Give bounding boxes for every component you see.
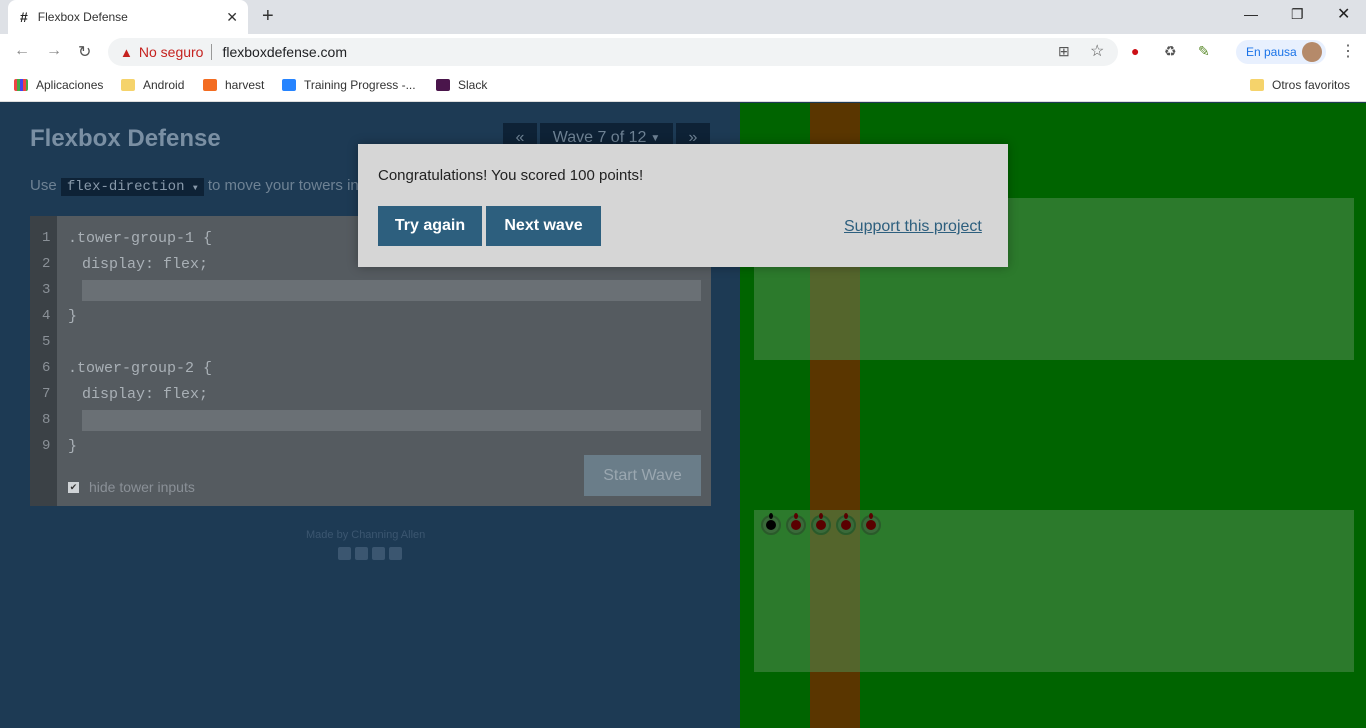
twitter-icon[interactable] <box>355 547 368 560</box>
folder-icon <box>1250 79 1264 91</box>
avatar <box>1302 42 1322 62</box>
support-link[interactable]: Support this project <box>844 218 982 236</box>
close-tab-icon[interactable]: ✕ <box>226 9 238 26</box>
line-number: 2 <box>42 256 51 272</box>
code-line: .tower-group-2 { <box>68 360 213 377</box>
line-number: 1 <box>42 230 51 246</box>
checkbox-checked-icon[interactable]: ✔ <box>68 481 79 493</box>
browser-tab-strip: # Flexbox Defense ✕ + — ❐ ✕ <box>0 0 1366 34</box>
confluence-icon <box>282 79 296 91</box>
bookmark-label: Training Progress -... <box>304 78 416 92</box>
hide-inputs-label: hide tower inputs <box>89 479 195 495</box>
caret-down-icon: ▼ <box>192 184 198 193</box>
property-dropdown[interactable]: flex-direction ▼ <box>60 178 204 196</box>
translate-icon[interactable]: ⊞ <box>1058 43 1070 60</box>
bookmark-label: harvest <box>225 78 265 92</box>
reload-icon[interactable]: ↻ <box>78 42 91 62</box>
warning-icon[interactable]: ▲ <box>120 45 133 60</box>
bookmark-label: Android <box>143 78 185 92</box>
close-window-icon[interactable]: ✕ <box>1337 4 1350 24</box>
code-line: } <box>68 438 78 455</box>
line-number: 3 <box>42 282 51 298</box>
opera-extension-icon[interactable]: ● <box>1131 43 1139 59</box>
linkedin-icon[interactable] <box>372 547 385 560</box>
line-number: 8 <box>42 412 51 428</box>
tab-title: Flexbox Defense <box>37 10 128 24</box>
next-wave-button[interactable]: Next wave <box>486 206 601 246</box>
security-label[interactable]: No seguro <box>139 44 204 60</box>
harvest-icon <box>203 79 217 91</box>
code-line: } <box>68 308 78 325</box>
apps-grid-icon <box>14 79 28 91</box>
tower-group-1-input[interactable] <box>82 280 701 301</box>
line-number: 7 <box>42 386 51 402</box>
code-line: .tower-group-1 { <box>68 230 213 247</box>
instruction-prefix: Use <box>30 177 57 194</box>
omnibox-divider <box>211 44 213 60</box>
browser-toolbar: ← → ↻ ▲ No seguro flexboxdefense.com ⊞ ☆… <box>0 34 1366 70</box>
bookmark-label: Slack <box>458 78 488 92</box>
bookmark-android[interactable]: Android <box>121 78 184 92</box>
result-message: Congratulations! You scored 100 points! <box>378 167 644 184</box>
code-line: display: flex; <box>82 386 209 403</box>
tower-marker <box>786 513 806 535</box>
instruction-text: Use flex-direction ▼ to move your towers… <box>30 177 384 196</box>
profile-paused-chip[interactable]: En pausa <box>1236 40 1326 64</box>
bookmark-apps[interactable]: Aplicaciones <box>14 78 103 92</box>
restore-icon[interactable]: ❐ <box>1291 6 1304 23</box>
page-title: Flexbox Defense <box>30 125 221 152</box>
bookmark-star-icon[interactable]: ☆ <box>1090 41 1104 61</box>
slack-icon <box>436 79 450 91</box>
social-links <box>338 547 402 560</box>
bookmark-training-progress[interactable]: Training Progress -... <box>282 78 416 92</box>
page-content: Flexbox Defense « Wave 7 of 12 ▼ » Use f… <box>0 103 1366 728</box>
hide-inputs-toggle[interactable]: ✔ hide tower inputs <box>68 479 195 495</box>
code-line: display: flex; <box>82 256 209 273</box>
new-tab-button[interactable]: + <box>262 5 274 28</box>
tower-marker <box>761 513 781 535</box>
minimize-icon[interactable]: — <box>1244 6 1258 22</box>
line-number: 6 <box>42 360 51 376</box>
try-again-button[interactable]: Try again <box>378 206 482 246</box>
tower-marker <box>836 513 856 535</box>
tower-marker <box>861 513 881 535</box>
extension-icon[interactable]: ✎ <box>1198 43 1210 60</box>
recycle-extension-icon[interactable]: ♻ <box>1164 43 1177 60</box>
menu-icon[interactable]: ⋮ <box>1340 41 1356 61</box>
line-number: 9 <box>42 438 51 454</box>
forward-icon[interactable]: → <box>46 42 62 60</box>
browser-tab[interactable]: # Flexbox Defense ✕ <box>8 0 248 34</box>
facebook-icon[interactable] <box>338 547 351 560</box>
profile-status: En pausa <box>1246 45 1297 59</box>
bookmark-label: Aplicaciones <box>36 78 104 92</box>
bookmark-label: Otros favoritos <box>1272 78 1351 92</box>
address-bar[interactable]: ▲ No seguro flexboxdefense.com ⊞ ☆ <box>108 38 1118 66</box>
bookmark-other-favorites[interactable]: Otros favoritos <box>1250 78 1350 92</box>
url-text[interactable]: flexboxdefense.com <box>222 44 347 60</box>
back-icon[interactable]: ← <box>14 42 30 60</box>
favicon-icon: # <box>20 9 28 25</box>
bookmark-slack[interactable]: Slack <box>436 78 487 92</box>
bookmark-harvest[interactable]: harvest <box>203 78 264 92</box>
github-icon[interactable] <box>389 547 402 560</box>
credit-text: Made by Channing Allen <box>306 529 426 541</box>
tower-group-2-input[interactable] <box>82 410 701 431</box>
line-number: 5 <box>42 334 51 350</box>
start-wave-button[interactable]: Start Wave <box>584 455 701 496</box>
property-name: flex-direction <box>66 179 185 195</box>
line-number: 4 <box>42 308 51 324</box>
bookmarks-bar: Aplicaciones Android harvest Training Pr… <box>0 70 1366 102</box>
chevron-down-icon: ▼ <box>650 132 661 144</box>
folder-icon <box>121 79 135 91</box>
result-dialog: Congratulations! You scored 100 points! … <box>358 144 1008 267</box>
tower-marker <box>811 513 831 535</box>
